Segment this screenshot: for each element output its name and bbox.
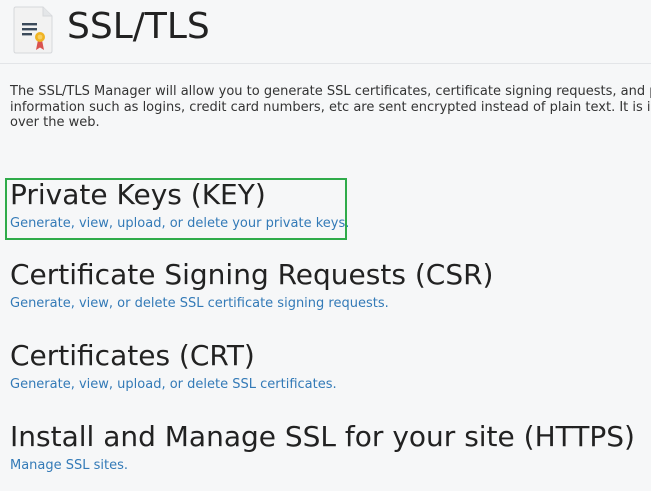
intro-clip: The SSL/TLS Manager will allow you to ge…: [0, 80, 651, 140]
intro-text: The SSL/TLS Manager will allow you to ge…: [10, 84, 651, 131]
intro-line: The SSL/TLS Manager will allow you to ge…: [10, 84, 651, 99]
section-csr: Certificate Signing Requests (CSR) Gener…: [10, 258, 640, 312]
csr-link[interactable]: Generate, view, or delete SSL certificat…: [10, 296, 389, 312]
certificate-document-icon: [13, 6, 53, 54]
manage-ssl-sites-link[interactable]: Manage SSL sites.: [10, 458, 128, 474]
page-title: SSL/TLS: [67, 6, 210, 47]
intro-line: information such as logins, credit card …: [10, 99, 651, 115]
private-keys-link[interactable]: Generate, view, upload, or delete your p…: [10, 216, 349, 232]
section-title-https: Install and Manage SSL for your site (HT…: [10, 420, 635, 453]
section-title-certificates: Certificates (CRT): [10, 339, 255, 372]
section-private-keys: Private Keys (KEY) Generate, view, uploa…: [10, 178, 640, 232]
section-https: Install and Manage SSL for your site (HT…: [10, 420, 640, 474]
page-header: SSL/TLS: [0, 0, 651, 64]
header-divider: [0, 63, 651, 64]
section-certificates: Certificates (CRT) Generate, view, uploa…: [10, 339, 640, 393]
certificates-link[interactable]: Generate, view, upload, or delete SSL ce…: [10, 377, 337, 393]
section-title-csr: Certificate Signing Requests (CSR): [10, 258, 494, 291]
intro-line: over the web.: [10, 115, 100, 130]
section-title-private-keys: Private Keys (KEY): [10, 178, 266, 211]
